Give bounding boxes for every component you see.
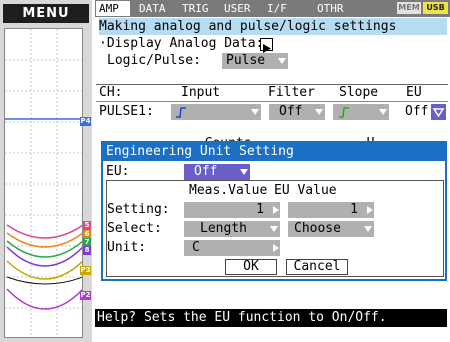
- select-eu-dropdown[interactable]: Choose: [288, 221, 374, 237]
- channel-marker-p4: P4: [80, 117, 91, 126]
- setting-meas-input[interactable]: 1: [184, 202, 280, 218]
- dialog-eu-label: EU:: [106, 164, 130, 179]
- eu-value: Off: [405, 104, 429, 119]
- chevron-down-icon: [240, 169, 248, 175]
- dialog-eu-select[interactable]: Off: [184, 164, 250, 180]
- select-meas-dropdown[interactable]: Length: [184, 221, 280, 237]
- slope-select[interactable]: H: [333, 104, 389, 151]
- chevron-down-icon: [278, 58, 286, 64]
- header-input: Input: [181, 85, 221, 100]
- trace-6: [6, 232, 82, 248]
- chevron-right-icon: [273, 244, 279, 252]
- input-icon: [176, 107, 186, 118]
- channel-marker-p3: P3: [80, 266, 91, 275]
- cancel-button[interactable]: Cancel: [286, 259, 348, 275]
- page-heading: Making analog and pulse/logic settings: [99, 18, 447, 35]
- chevron-down-icon: [364, 226, 372, 232]
- tab-user[interactable]: USER: [224, 1, 251, 16]
- menu-button[interactable]: MENU: [3, 4, 89, 23]
- trace-7: [6, 240, 82, 258]
- help-bar: Help? Sets the EU function to On/Off.: [95, 309, 447, 327]
- play-triangle-icon[interactable]: [260, 38, 273, 53]
- table-row-ch: PULSE1:: [99, 104, 154, 119]
- tab-data[interactable]: DATA: [139, 1, 166, 16]
- filter-select[interactable]: Off: [269, 104, 325, 120]
- dialog-title: Engineering Unit Setting: [103, 143, 445, 161]
- trace-p3: [6, 260, 82, 280]
- rising-slope-icon: [339, 107, 349, 118]
- display-analog-label: ·Display Analog Data:: [99, 36, 264, 51]
- header-filter: Filter: [268, 85, 315, 100]
- channel-marker-5: 5: [83, 221, 91, 230]
- channel-marker-p2: P2: [80, 291, 91, 300]
- tab-trig[interactable]: TRIG: [182, 1, 209, 16]
- eu-dropdown[interactable]: [431, 104, 446, 120]
- tab-if[interactable]: I/F: [267, 1, 287, 16]
- chevron-right-icon: [273, 206, 279, 214]
- chevron-down-icon: [432, 108, 445, 118]
- ok-button[interactable]: OK: [225, 259, 277, 275]
- trace-p2: [6, 288, 82, 310]
- header-ch: CH:: [99, 85, 123, 100]
- logic-pulse-select[interactable]: Pulse: [222, 53, 288, 69]
- trace-5: [6, 224, 82, 239]
- tab-amp[interactable]: AMP: [96, 1, 130, 16]
- mem-badge: MEM: [397, 2, 421, 14]
- header-slope: Slope: [339, 85, 379, 100]
- tab-othr[interactable]: OTHR: [317, 1, 344, 16]
- table-divider: [96, 101, 448, 102]
- trace-black: [6, 276, 82, 285]
- usb-badge: USB: [423, 2, 448, 14]
- chevron-down-icon: [270, 226, 278, 232]
- col-meas-value: Meas.Value: [189, 183, 268, 198]
- unit-input[interactable]: C: [184, 240, 280, 256]
- unit-label: Unit:: [107, 240, 147, 255]
- channel-marker-8: 8: [83, 246, 91, 255]
- col-eu-value: EU Value: [274, 183, 337, 198]
- select-label: Select:: [107, 221, 162, 236]
- waveform-graph: [4, 28, 83, 338]
- logic-pulse-label: Logic/Pulse:: [107, 53, 201, 68]
- chevron-down-icon: [251, 109, 259, 115]
- header-eu: EU: [406, 85, 422, 100]
- chevron-right-icon: [367, 206, 373, 214]
- setting-label: Setting:: [107, 202, 170, 217]
- chevron-down-icon: [379, 109, 387, 115]
- input-select[interactable]: Counts: [171, 104, 261, 151]
- chevron-down-icon: [315, 109, 323, 115]
- setting-eu-input[interactable]: 1: [288, 202, 374, 218]
